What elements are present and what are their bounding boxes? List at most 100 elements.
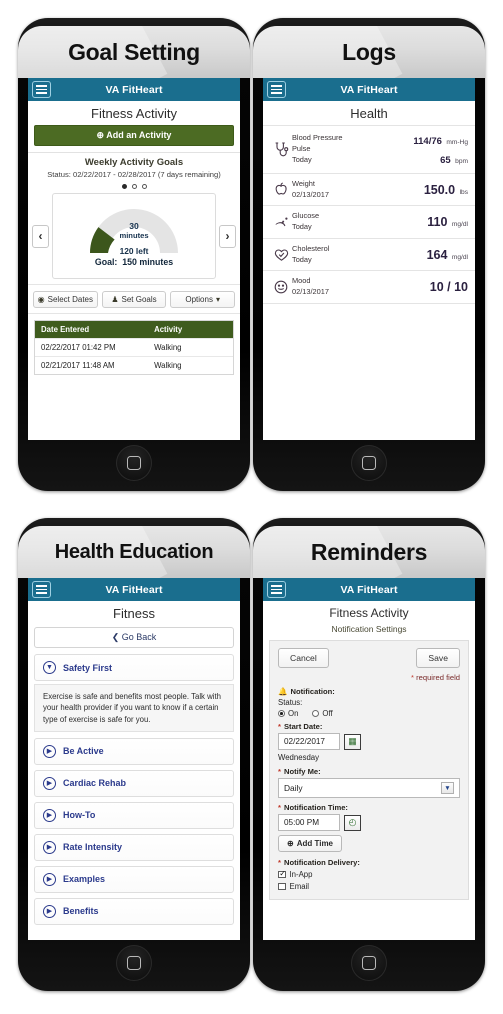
accordion-label: Cardiac Rehab (63, 778, 127, 789)
gauge-carousel: ‹ 30 minutes 120 left Goal: 150 minutes … (28, 193, 240, 280)
app-brand-2: VA FitHeart (340, 83, 398, 96)
list-item-values: 150.0 lbs (424, 181, 468, 199)
start-date-input[interactable]: 02/22/2017 (278, 733, 340, 750)
list-item[interactable]: Cholesterol Today 164 mg/dl (263, 239, 475, 272)
set-goals-label: Set Goals (121, 295, 157, 305)
status-radio-off[interactable]: Off (312, 709, 333, 718)
cell-date: 02/22/2017 01:42 PM (41, 343, 116, 353)
add-time-button[interactable]: ⊕ Add Time (278, 835, 343, 852)
status-radio-group: On Off (278, 709, 460, 718)
status-label: Status: (278, 698, 303, 707)
notification-time-input[interactable]: 05:00 PM (278, 814, 340, 831)
table-row[interactable]: 02/22/2017 01:42 PM Walking (35, 338, 233, 357)
delivery-email-label: Email (289, 882, 310, 891)
metric-name: Mood (292, 276, 311, 286)
list-item-labels: Weight 02/13/2017 (292, 179, 424, 200)
list-item[interactable]: Glucose Today 110 mg/dl (263, 206, 475, 239)
phone-logs: Logs VA FitHeart Health Blood Pressure P… (253, 18, 485, 491)
page-subtitle-4: Notification Settings (331, 624, 407, 634)
metric-value: 164 (426, 247, 448, 262)
add-activity-button[interactable]: ⊕ Add an Activity (34, 125, 234, 146)
delivery-checkbox-in-app[interactable]: In-App (278, 869, 460, 879)
add-activity-label: Add an Activity (106, 130, 172, 140)
phone-screen-3: VA FitHeart Fitness ❮ Go Back ▼ Safety F… (28, 578, 240, 940)
clock-icon[interactable]: ◴ (344, 814, 361, 831)
home-button[interactable] (116, 945, 152, 981)
accordion-item-how-to[interactable]: ▶ How-To (34, 801, 234, 829)
accordion-item-cardiac-rehab[interactable]: ▶ Cardiac Rehab (34, 769, 234, 797)
metric-date: Today (292, 222, 312, 232)
hamburger-icon[interactable] (32, 81, 51, 98)
start-date-row: 02/22/2017 ▦ (278, 733, 460, 750)
panel-title-3: Health Education (54, 540, 214, 563)
accordion-label: Benefits (63, 906, 99, 917)
carousel-prev-button[interactable]: ‹ (32, 224, 49, 248)
metric-unit: mm-Hg (446, 139, 468, 146)
carousel-dot-3[interactable] (141, 184, 147, 190)
delivery-checkbox-email[interactable]: Email (278, 882, 460, 891)
metric-date: Today (292, 154, 312, 164)
status-radio-on[interactable]: On (278, 709, 298, 718)
carousel-next-button[interactable]: › (219, 224, 236, 248)
home-button[interactable] (351, 445, 387, 481)
options-button[interactable]: Options ▾ (170, 291, 236, 309)
table-row[interactable]: 02/21/2017 11:48 AM Walking (35, 356, 233, 375)
metric-unit-2: bpm (455, 158, 468, 165)
accordion-item-safety-first[interactable]: ▼ Safety First (34, 654, 234, 681)
list-item-labels: Mood 02/13/2017 (292, 276, 430, 297)
hamburger-icon[interactable] (267, 81, 286, 98)
app-navbar-4: VA FitHeart (263, 578, 475, 601)
plus-circle-icon: ⊕ (96, 130, 107, 140)
hamburger-icon[interactable] (267, 581, 286, 598)
accordion-item-examples[interactable]: ▶ Examples (34, 865, 234, 893)
list-item[interactable]: Blood Pressure Pulse Today 114/76 mm-Hg … (263, 126, 475, 174)
metric-unit: mg/dl (451, 221, 468, 229)
metric-name: Blood Pressure (292, 133, 343, 143)
go-back-button[interactable]: ❮ Go Back (34, 627, 234, 648)
accordion-item-rate-intensity[interactable]: ▶ Rate Intensity (34, 833, 234, 861)
panel-title-2: Logs (342, 38, 396, 65)
panel-title-4: Reminders (310, 538, 428, 565)
plus-circle-icon: ⊕ (287, 839, 294, 848)
cancel-button[interactable]: Cancel (278, 648, 329, 668)
goal-action-buttons: ◉ Select Dates ♟ Set Goals Options ▾ (28, 284, 240, 315)
list-item[interactable]: Weight 02/13/2017 150.0 lbs (263, 174, 475, 207)
select-dates-button[interactable]: ◉ Select Dates (33, 291, 98, 309)
bell-icon: 🔔 (278, 687, 288, 696)
metric-name-2: Pulse (292, 144, 311, 154)
notify-me-select[interactable]: Daily ▼ (278, 778, 460, 798)
set-goals-button[interactable]: ♟ Set Goals (101, 291, 167, 309)
home-button[interactable] (351, 945, 387, 981)
caret-right-circle-icon: ▶ (43, 840, 56, 854)
metric-value-2: 65 (440, 155, 451, 166)
phone-screen-2: VA FitHeart Health Blood Pressure Pulse … (263, 78, 475, 440)
hamburger-icon[interactable] (32, 581, 51, 598)
caret-right-circle-icon: ▶ (43, 776, 56, 790)
list-item-values: 114/76 mm-Hg 65 bpm (413, 131, 468, 168)
page-title-3: Fitness (113, 606, 155, 621)
home-button[interactable] (116, 445, 152, 481)
stethoscope-icon (270, 141, 292, 158)
required-field-note: * required field (278, 673, 460, 682)
carousel-dot-1[interactable] (121, 184, 127, 190)
gauge-goal: Goal: 150 minutes (53, 257, 215, 268)
heart-check-icon (270, 248, 292, 262)
list-item-values: 110 mg/dl (427, 213, 468, 231)
calendar-icon[interactable]: ▦ (344, 733, 361, 750)
panel-title-band-3: Health Education (18, 526, 250, 578)
select-dates-label: Select Dates (47, 295, 93, 305)
app-brand-1: VA FitHeart (105, 83, 163, 96)
save-button[interactable]: Save (416, 648, 460, 668)
caret-down-icon: ▾ (215, 294, 220, 304)
metric-unit: lbs (459, 188, 468, 196)
app-navbar-2: VA FitHeart (263, 78, 475, 101)
list-item[interactable]: Mood 02/13/2017 10 / 10 (263, 271, 475, 304)
activity-gauge-card: 30 minutes 120 left Goal: 150 minutes (52, 193, 216, 280)
app-navbar-3: VA FitHeart (28, 578, 240, 601)
phone-screen-4: VA FitHeart Fitness Activity Notificatio… (263, 578, 475, 940)
accordion-item-be-active[interactable]: ▶ Be Active (34, 737, 234, 765)
screenshot-root: Goal Setting VA FitHeart Fitness Activit… (0, 0, 503, 1014)
checkbox-email (278, 882, 286, 891)
accordion-item-benefits[interactable]: ▶ Benefits (34, 897, 234, 925)
carousel-dot-2[interactable] (131, 184, 137, 190)
